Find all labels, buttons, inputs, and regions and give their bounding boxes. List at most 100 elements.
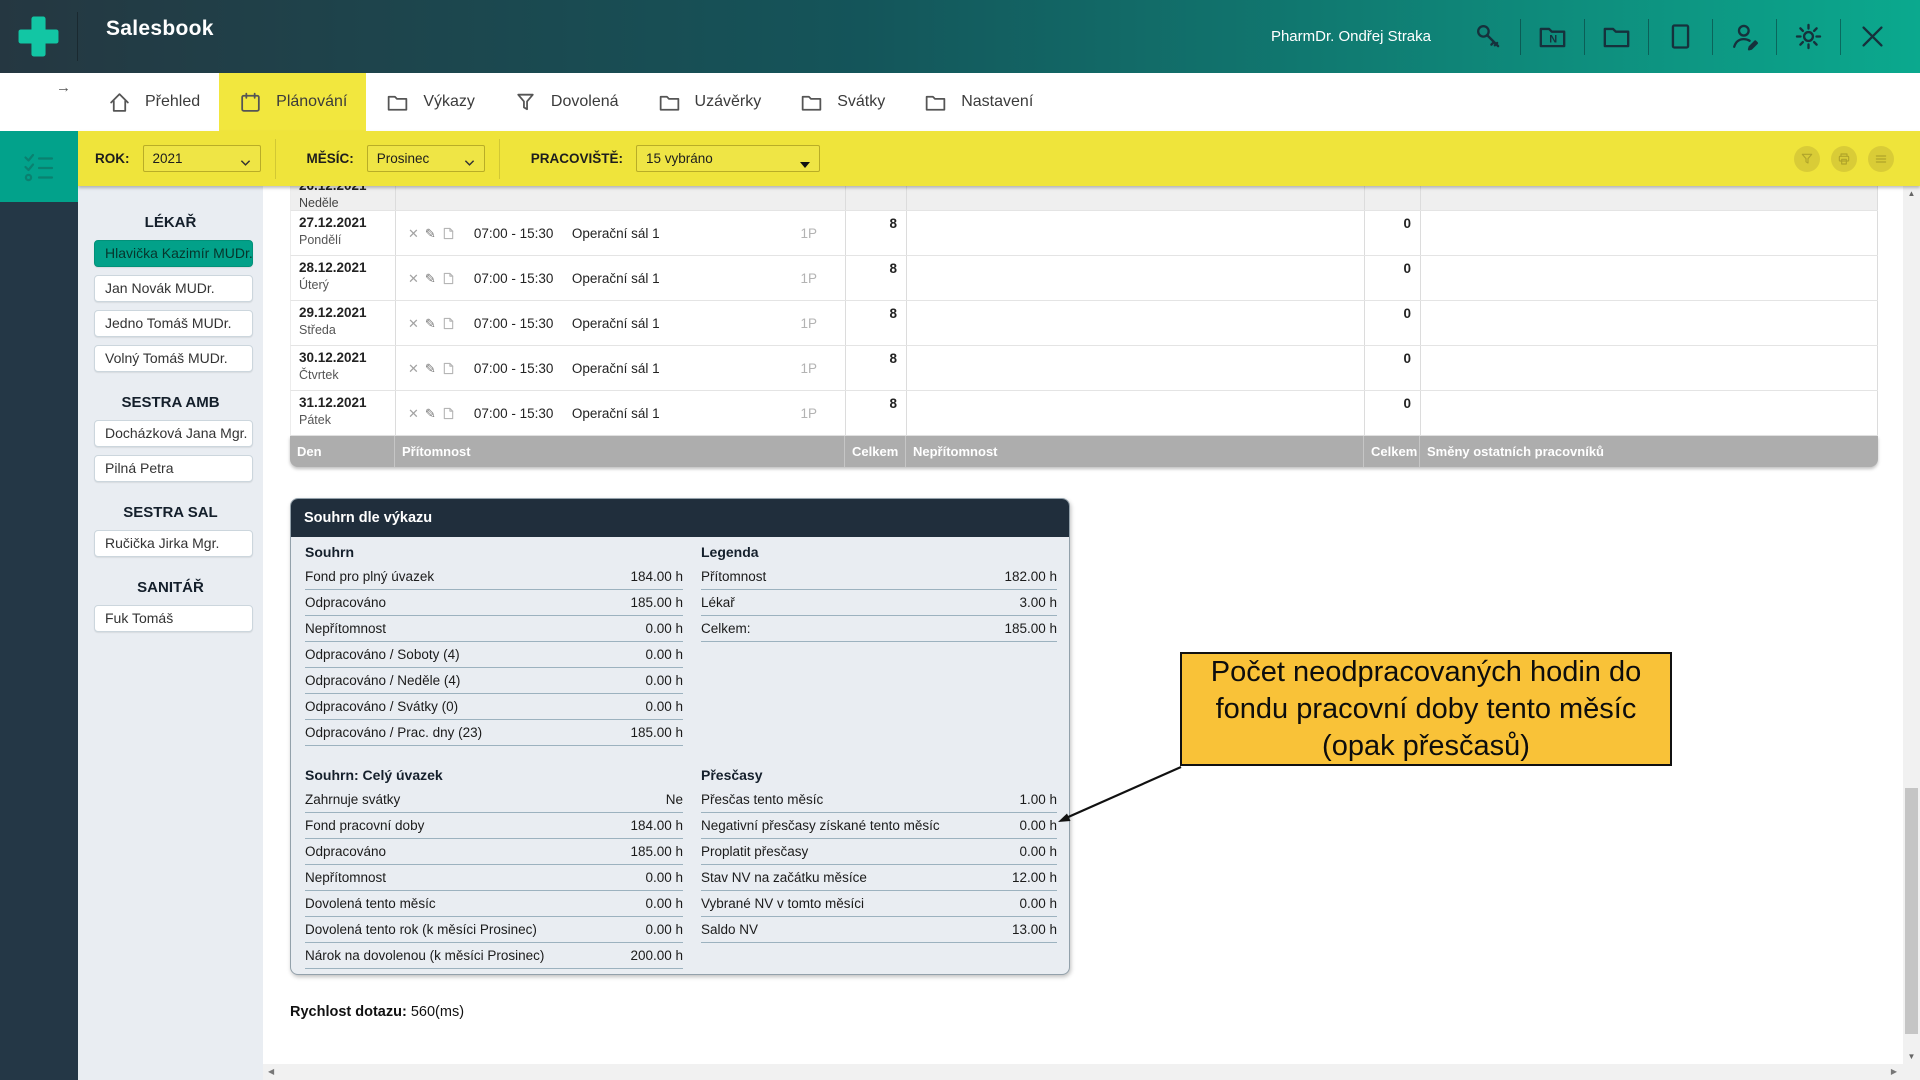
month-select[interactable]: Prosinec [367, 145, 485, 172]
summary-value: 0.00 h [645, 870, 683, 885]
nav-bar: → PřehledPlánováníVýkazy Dovolená Uzávěrky… [0, 73, 1920, 131]
others-cell [1421, 301, 1878, 345]
tab-nastavení[interactable]: Nastavení [904, 73, 1052, 131]
user-name[interactable]: PharmDr. Ondřej Straka [1271, 28, 1431, 45]
topbar-actions: N [1457, 19, 1904, 55]
scroll-down-icon[interactable]: ▼ [1903, 1052, 1920, 1061]
window-icon[interactable] [1664, 20, 1697, 53]
sidebar-item[interactable]: Jedno Tomáš MUDr. [94, 310, 253, 337]
forward-arrow-icon[interactable]: → [56, 79, 71, 96]
key-icon[interactable] [1472, 20, 1505, 53]
folder-new-icon[interactable]: N [1536, 20, 1569, 53]
row-day: Pátek [299, 413, 387, 428]
present-total-cell: 8 [846, 391, 907, 435]
row-date: 31.12.2021 [299, 396, 387, 410]
sidebar-item[interactable]: Ručička Jirka Mgr. [94, 530, 253, 557]
summary-label: Odpracováno [305, 844, 386, 859]
summary-value: 185.00 h [1004, 621, 1057, 636]
topbar-divider [1648, 19, 1649, 55]
menu-icon[interactable] [1868, 146, 1894, 172]
edit-icon[interactable]: ✎ [425, 272, 436, 285]
summary-block-prescasy: PřesčasyPřesčas tento měsíc1.00 hNegativ… [701, 767, 1057, 943]
note-icon[interactable] [442, 407, 455, 420]
workplace-select[interactable]: 15 vybráno [636, 145, 820, 172]
shift-location: Operační sál 1 [572, 226, 660, 241]
tab-svátky[interactable]: Svátky [780, 73, 904, 131]
summary-title: Souhrn dle výkazu [291, 499, 1069, 537]
summary-block-cely_uvazek: Souhrn: Celý úvazekZahrnuje svátkyNeFond… [305, 767, 683, 969]
sidebar-item[interactable]: Volný Tomáš MUDr. [94, 345, 253, 372]
query-speed-label: Rychlost dotazu: [290, 1004, 407, 1020]
sidebar-group-header: LÉKAŘ [78, 214, 263, 231]
sidebar-item[interactable]: Docházková Jana Mgr. [94, 420, 253, 447]
delete-icon[interactable]: ✕ [408, 362, 419, 375]
scroll-right-icon[interactable]: ▶ [1891, 1067, 1897, 1076]
tab-plánování[interactable]: Plánování [219, 73, 366, 131]
edit-icon[interactable]: ✎ [425, 407, 436, 420]
edit-icon[interactable]: ✎ [425, 227, 436, 240]
sidebar-item[interactable]: Hlavička Kazimír MUDr. [94, 240, 253, 267]
sidebar-item[interactable]: Pilná Petra [94, 455, 253, 482]
summary-block-heading: Souhrn [305, 544, 683, 564]
year-select[interactable]: 2021 [143, 145, 261, 172]
summary-value: 13.00 h [1012, 922, 1057, 937]
present-total: 8 [889, 306, 897, 345]
edit-icon[interactable]: ✎ [425, 362, 436, 375]
summary-row: Fond pracovní doby184.00 h [305, 813, 683, 839]
delete-icon[interactable]: ✕ [408, 407, 419, 420]
vertical-scroll-thumb[interactable] [1905, 788, 1918, 1034]
summary-block-legenda: LegendaPřítomnost182.00 hLékař3.00 hCelk… [701, 544, 1057, 642]
shift-time: 07:00 - 15:30 [474, 406, 564, 421]
summary-row: Nárok na dovolenou (k měsíci Prosinec)20… [305, 943, 683, 969]
scroll-left-icon[interactable]: ◀ [268, 1067, 274, 1076]
sidebar-item[interactable]: Fuk Tomáš [94, 605, 253, 632]
summary-value: 0.00 h [645, 699, 683, 714]
sidebar-group: SESTRA SALRučička Jirka Mgr. [78, 504, 263, 557]
row-date: 28.12.2021 [299, 261, 387, 275]
tab-label: Svátky [837, 93, 885, 111]
horizontal-scrollbar[interactable]: ◀ ▶ [263, 1064, 1903, 1080]
tab-dovolená[interactable]: Dovolená [494, 73, 638, 131]
summary-block-souhrn: SouhrnFond pro plný úvazek184.00 hOdprac… [305, 544, 683, 746]
tab-label: Dovolená [551, 93, 619, 111]
vertical-scrollbar[interactable]: ▲ ▼ [1903, 186, 1920, 1064]
user-icon[interactable] [1728, 20, 1761, 53]
footer-col-1: Den [290, 436, 395, 467]
tab-výkazy[interactable]: Výkazy [366, 73, 494, 131]
table-row: 27.12.2021Pondělí✕✎07:00 - 15:30Operační… [290, 211, 1878, 256]
summary-row: Odpracováno / Svátky (0)0.00 h [305, 694, 683, 720]
folder-icon[interactable] [1600, 20, 1633, 53]
presence-cell: ✕✎07:00 - 15:30Operační sál 11P [396, 211, 846, 255]
note-icon[interactable] [442, 362, 455, 375]
sidebar-toggle-button[interactable] [0, 131, 78, 202]
note-icon[interactable] [442, 317, 455, 330]
day-cell: 29.12.2021Středa [291, 301, 396, 345]
summary-label: Přesčas tento měsíc [701, 792, 823, 807]
tab-uzávěrky[interactable]: Uzávěrky [638, 73, 781, 131]
absent-total-cell: 0 [1365, 301, 1421, 345]
delete-icon[interactable]: ✕ [408, 317, 419, 330]
app-title: Salesbook [106, 17, 214, 41]
filter-icon[interactable] [1794, 146, 1820, 172]
absence-cell [907, 211, 1365, 255]
delete-icon[interactable]: ✕ [408, 272, 419, 285]
delete-icon[interactable]: ✕ [408, 227, 419, 240]
summary-row: Odpracováno185.00 h [305, 839, 683, 865]
note-icon[interactable] [442, 272, 455, 285]
workplace-value: 15 vybráno [646, 151, 713, 166]
summary-label: Nepřítomnost [305, 621, 386, 636]
tab-přehled[interactable]: Přehled [88, 73, 219, 131]
edit-icon[interactable]: ✎ [425, 317, 436, 330]
scroll-up-icon[interactable]: ▲ [1903, 189, 1920, 198]
query-speed-value: 560(ms) [411, 1004, 464, 1020]
summary-value: 0.00 h [645, 673, 683, 688]
summary-block-heading: Legenda [701, 544, 1057, 564]
note-icon[interactable] [442, 227, 455, 240]
summary-label: Odpracováno / Prac. dny (23) [305, 725, 482, 740]
workplace-label: PRACOVIŠTĚ: [531, 151, 623, 166]
print-icon[interactable] [1831, 146, 1857, 172]
summary-row: Lékař3.00 h [701, 590, 1057, 616]
close-icon[interactable] [1856, 20, 1889, 53]
sidebar-item[interactable]: Jan Novák MUDr. [94, 275, 253, 302]
settings-icon[interactable] [1792, 20, 1825, 53]
